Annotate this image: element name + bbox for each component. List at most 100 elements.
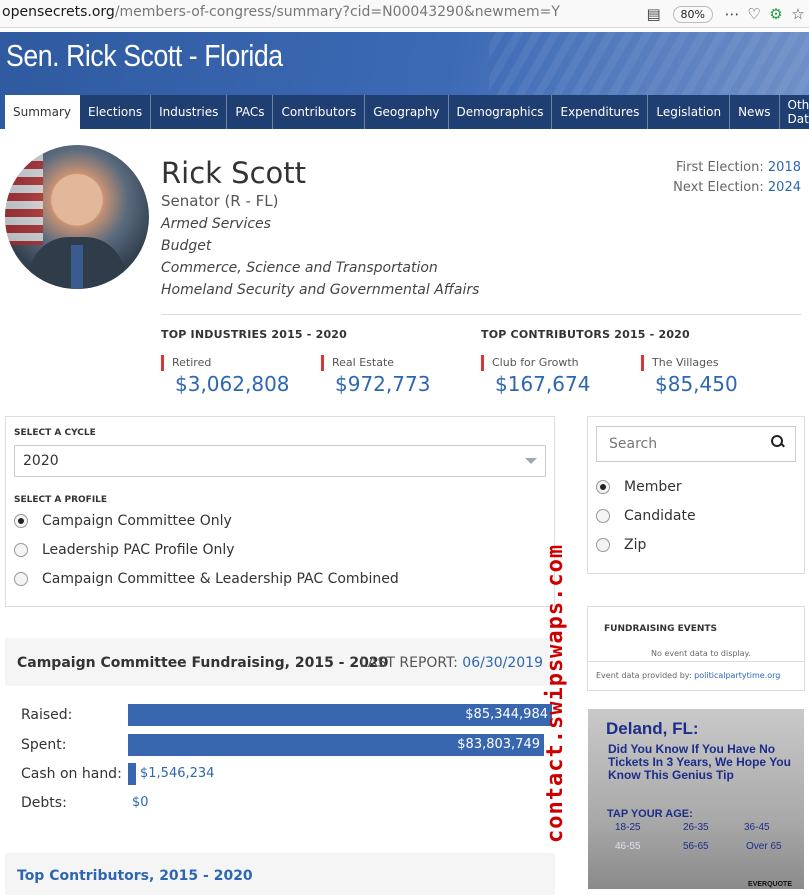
campaign-fundraising-title: Campaign Committee Fundraising, 2015 - 2… bbox=[17, 655, 389, 671]
flag-background bbox=[5, 145, 43, 245]
search-icon[interactable] bbox=[771, 435, 785, 449]
watermark-text: contact.swipswaps.com bbox=[543, 543, 568, 843]
senator-photo bbox=[5, 145, 149, 289]
radio-icon[interactable] bbox=[596, 509, 610, 523]
committee-item: Commerce, Science and Transportation bbox=[161, 260, 438, 276]
member-title: Senator (R - FL) bbox=[161, 192, 279, 210]
bookmark-star-icon[interactable]: ☆ bbox=[787, 3, 809, 25]
more-actions-icon[interactable]: ⋯ bbox=[721, 3, 743, 25]
contributor-stat: The Villages $85,450 bbox=[641, 355, 738, 396]
top-contributors-section-title[interactable]: Top Contributors, 2015 - 2020 bbox=[17, 868, 253, 884]
contributor-stat: Club for Growth $167,674 bbox=[481, 355, 590, 396]
stat-amount[interactable]: $3,062,808 bbox=[175, 372, 290, 396]
select-cycle-label: SELECT A CYCLE bbox=[14, 428, 96, 438]
member-name: Rick Scott bbox=[161, 156, 306, 190]
extension-icon[interactable]: ⚙ bbox=[765, 3, 787, 25]
tab-pacs[interactable]: PACs bbox=[227, 95, 274, 129]
stat-amount[interactable]: $167,674 bbox=[495, 372, 590, 396]
fundraising-row-label: Debts: bbox=[21, 795, 67, 811]
search-input[interactable]: Search bbox=[596, 426, 796, 462]
browser-url-bar[interactable]: opensecrets.org/members-of-congress/summ… bbox=[0, 0, 809, 28]
profile-radio-campaign[interactable]: Campaign Committee Only bbox=[14, 513, 232, 529]
radio-label: Campaign Committee Only bbox=[42, 513, 232, 529]
industry-stat: Real Estate $972,773 bbox=[321, 355, 430, 396]
tab-demographics[interactable]: Demographics bbox=[448, 95, 553, 129]
radio-icon[interactable] bbox=[596, 538, 610, 552]
campaign-fundraising-header: Campaign Committee Fundraising, 2015 - 2… bbox=[5, 638, 555, 686]
ad-age-option[interactable]: 26-35 bbox=[683, 822, 709, 833]
tab-legislation[interactable]: Legislation bbox=[648, 95, 731, 129]
ad-age-option[interactable]: 18-25 bbox=[615, 822, 641, 833]
tab-other-data[interactable]: Other Data bbox=[779, 95, 809, 129]
stat-amount[interactable]: $85,450 bbox=[655, 372, 738, 396]
fundraising-row-label: Spent: bbox=[21, 737, 67, 753]
provider-link[interactable]: politicalpartytime.org bbox=[694, 671, 780, 680]
url-path: /members-of-congress/summary?cid=N000432… bbox=[114, 4, 560, 20]
debts-value: $0 bbox=[132, 795, 149, 810]
search-placeholder: Search bbox=[609, 436, 658, 452]
cash-on-hand-value: $1,546,234 bbox=[140, 766, 215, 781]
tab-geography[interactable]: Geography bbox=[365, 95, 449, 129]
fundraising-row-label: Cash on hand: bbox=[21, 766, 122, 782]
cash-on-hand-bar bbox=[128, 763, 136, 785]
ad-brand-logo: EVERQUOTE bbox=[748, 881, 792, 888]
url-text[interactable]: opensecrets.org/members-of-congress/summ… bbox=[2, 4, 560, 20]
pocket-icon[interactable]: ♡ bbox=[743, 3, 765, 25]
top-industries-heading: TOP INDUSTRIES 2015 - 2020 bbox=[161, 328, 348, 341]
tab-contributors[interactable]: Contributors bbox=[273, 95, 366, 129]
advertisement[interactable]: Deland, FL: Did You Know If You Have No … bbox=[588, 709, 804, 889]
ad-text: Did You Know If You Have No Tickets In 3… bbox=[608, 742, 791, 782]
last-report-date[interactable]: 06/30/2019 bbox=[462, 655, 543, 671]
ad-tap-label: TAP YOUR AGE: bbox=[607, 808, 693, 820]
cycle-select[interactable]: 2020 bbox=[14, 445, 546, 477]
tab-summary[interactable]: Summary bbox=[5, 95, 80, 129]
ad-age-option[interactable]: 56-65 bbox=[683, 841, 709, 852]
header-banner: Sen. Rick Scott - Florida Summary Electi… bbox=[0, 32, 809, 129]
bar-value: $83,803,749 bbox=[457, 737, 540, 752]
stat-label: Club for Growth bbox=[492, 356, 579, 369]
tab-industries[interactable]: Industries bbox=[151, 95, 228, 129]
ad-age-option[interactable]: 46-55 bbox=[615, 841, 641, 852]
radio-label: Leadership PAC Profile Only bbox=[42, 542, 235, 558]
ad-city: Deland, FL: bbox=[606, 719, 699, 738]
select-profile-label: SELECT A PROFILE bbox=[14, 495, 108, 505]
tab-news[interactable]: News bbox=[730, 95, 780, 129]
divider bbox=[161, 314, 801, 315]
profile-radio-combined[interactable]: Campaign Committee & Leadership PAC Comb… bbox=[14, 571, 399, 587]
page-title: Sen. Rick Scott - Florida bbox=[6, 38, 283, 73]
profile-radio-leadership[interactable]: Leadership PAC Profile Only bbox=[14, 542, 235, 558]
radio-selected-icon[interactable] bbox=[14, 514, 28, 528]
next-election-link[interactable]: 2024 bbox=[768, 180, 801, 195]
committee-item: Homeland Security and Governmental Affai… bbox=[161, 282, 480, 298]
radio-label: Candidate bbox=[624, 508, 696, 524]
ad-age-option[interactable]: 36-45 bbox=[744, 822, 770, 833]
bar-value: $85,344,984 bbox=[465, 707, 548, 722]
tab-elections[interactable]: Elections bbox=[80, 95, 152, 129]
cycle-select-value: 2020 bbox=[23, 453, 59, 469]
radio-selected-icon[interactable] bbox=[596, 480, 610, 494]
first-election-link[interactable]: 2018 bbox=[768, 160, 801, 175]
next-election-label: Next Election: bbox=[673, 180, 764, 195]
tab-expenditures[interactable]: Expenditures bbox=[552, 95, 649, 129]
fundraising-events-heading: FUNDRAISING EVENTS bbox=[604, 624, 718, 634]
top-contributors-section-header: Top Contributors, 2015 - 2020 bbox=[5, 853, 555, 895]
search-radio-candidate[interactable]: Candidate bbox=[596, 508, 696, 524]
stat-amount[interactable]: $972,773 bbox=[335, 372, 430, 396]
photo-tie bbox=[71, 245, 83, 289]
divider bbox=[588, 661, 804, 662]
radio-icon[interactable] bbox=[14, 572, 28, 586]
search-radio-zip[interactable]: Zip bbox=[596, 537, 646, 553]
next-election: Next Election: 2024 bbox=[673, 180, 801, 195]
search-radio-member[interactable]: Member bbox=[596, 479, 682, 495]
radio-icon[interactable] bbox=[14, 543, 28, 557]
stat-label: The Villages bbox=[652, 356, 719, 369]
url-host: opensecrets.org bbox=[2, 4, 115, 20]
top-contributors-heading: TOP CONTRIBUTORS 2015 - 2020 bbox=[481, 328, 690, 341]
fundraising-row-label: Raised: bbox=[21, 707, 73, 723]
ad-age-option[interactable]: Over 65 bbox=[746, 841, 782, 852]
zoom-level-badge[interactable]: 80% bbox=[672, 5, 713, 23]
last-report: LAST REPORT: 06/30/2019 bbox=[360, 655, 543, 671]
chevron-down-icon bbox=[525, 458, 537, 464]
reader-view-icon[interactable]: ▤ bbox=[643, 3, 665, 25]
fundraising-events-panel: FUNDRAISING EVENTS No event data to disp… bbox=[587, 606, 805, 691]
